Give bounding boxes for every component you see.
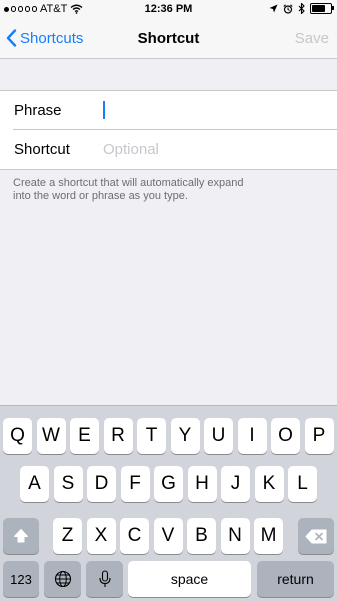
key-f[interactable]: F <box>120 466 150 502</box>
globe-icon <box>54 570 71 588</box>
delete-key[interactable] <box>298 518 334 554</box>
key-g[interactable]: G <box>154 466 183 502</box>
key-z[interactable]: Z <box>53 518 82 554</box>
text-cursor <box>103 101 105 119</box>
bluetooth-icon <box>298 3 305 14</box>
page-title: Shortcut <box>137 30 200 47</box>
shortcut-form: Phrase Shortcut <box>0 90 337 170</box>
battery-fill <box>312 5 325 12</box>
key-n[interactable]: N <box>220 518 250 554</box>
key-c[interactable]: C <box>120 518 149 554</box>
keyboard: 123 space return QWERTYUIOP ASDFGHJKL ZXCV… <box>0 405 337 601</box>
backspace-icon <box>305 529 327 543</box>
key-t[interactable]: T <box>137 418 166 454</box>
key-a[interactable]: A <box>20 466 49 502</box>
key-d[interactable]: D <box>87 466 116 502</box>
key-p[interactable]: P <box>304 418 334 454</box>
key-i[interactable]: I <box>237 418 267 454</box>
key-l[interactable]: L <box>288 466 317 502</box>
key-h[interactable]: H <box>187 466 217 502</box>
save-button[interactable]: Save <box>295 30 329 47</box>
key-m[interactable]: M <box>254 518 283 554</box>
phrase-input[interactable] <box>103 99 323 121</box>
footer-note: Create a shortcut that will automaticall… <box>13 177 244 202</box>
globe-key[interactable] <box>44 561 81 597</box>
phrase-label: Phrase <box>14 102 62 119</box>
key-u[interactable]: U <box>204 418 233 454</box>
key-r[interactable]: R <box>103 418 133 454</box>
navigation-bar: Shortcuts Shortcut Save <box>0 20 337 59</box>
battery-icon <box>310 3 334 14</box>
key-b[interactable]: B <box>187 518 216 554</box>
shift-icon <box>14 529 28 543</box>
space-key[interactable]: space <box>128 561 251 597</box>
dictation-key[interactable] <box>86 561 123 597</box>
status-bar: AT&T 12:36 PM <box>0 0 337 20</box>
shortcut-label: Shortcut <box>14 141 70 158</box>
key-e[interactable]: E <box>70 418 99 454</box>
key-x[interactable]: X <box>86 518 116 554</box>
location-icon <box>269 4 278 13</box>
alarm-icon <box>283 3 293 14</box>
key-w[interactable]: W <box>36 418 66 454</box>
status-right <box>269 3 334 14</box>
key-o[interactable]: O <box>271 418 300 454</box>
key-k[interactable]: K <box>254 466 284 502</box>
return-key[interactable]: return <box>257 561 334 597</box>
phrase-row[interactable]: Phrase <box>0 91 337 130</box>
key-s[interactable]: S <box>53 466 83 502</box>
key-y[interactable]: Y <box>170 418 200 454</box>
key-q[interactable]: Q <box>3 418 32 454</box>
key-j[interactable]: J <box>221 466 250 502</box>
shortcut-row[interactable]: Shortcut <box>0 130 337 169</box>
key-v[interactable]: V <box>153 518 183 554</box>
shortcut-input[interactable] <box>103 138 323 160</box>
microphone-icon <box>98 570 111 587</box>
numbers-key[interactable]: 123 <box>3 561 39 597</box>
shift-key[interactable] <box>3 518 39 554</box>
